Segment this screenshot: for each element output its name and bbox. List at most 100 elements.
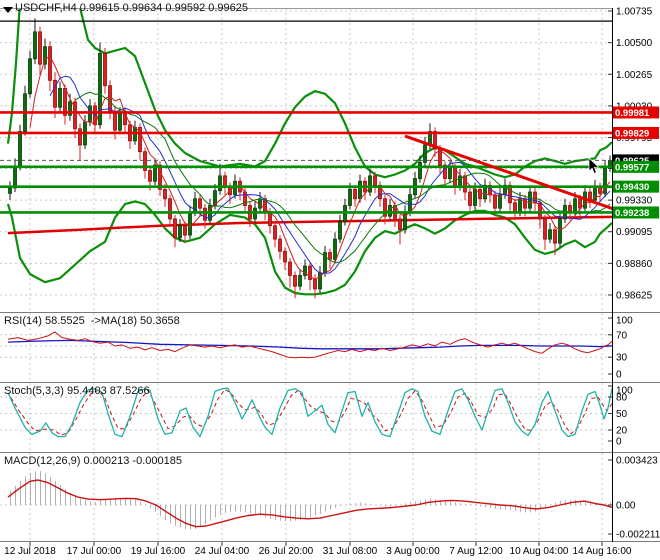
candle-body [543, 218, 547, 240]
date-tick-label: 14 Aug 16:00 [573, 546, 632, 557]
date-tick-label: 26 Jul 20:00 [259, 546, 314, 557]
price-badge-label: 0.99981 [615, 108, 650, 119]
candle-body [103, 52, 107, 87]
candle-body [313, 279, 317, 290]
candle-body [18, 131, 22, 167]
date-tick-label: 19 Jul 16:00 [131, 546, 186, 557]
symbol-dropdown-icon[interactable] [3, 7, 13, 13]
price-tick-label: 0.98625 [616, 290, 653, 301]
candle-body [463, 175, 467, 193]
candle-body [423, 144, 427, 163]
price-tick-label: 1.00265 [616, 70, 653, 81]
macd-tick-label: 0.003423 [616, 456, 658, 467]
candle-body [108, 85, 112, 112]
rsi-ma-line [7, 339, 612, 350]
candle-body [573, 198, 577, 213]
chart-canvas[interactable]: 1.007351.005001.002651.000300.997950.995… [0, 0, 660, 560]
candle-body [148, 170, 152, 182]
candle-body [268, 211, 272, 227]
candle-body [398, 218, 402, 231]
price-tick-label: 0.99095 [616, 227, 653, 238]
candle-body [553, 229, 557, 244]
stoch-tick-label: 50 [616, 409, 628, 420]
candle-body [523, 198, 527, 209]
macd-tick-label: 0.00 [616, 501, 636, 512]
candle-body [328, 252, 332, 260]
price-badge-label: 0.99430 [615, 182, 649, 193]
candle-body [403, 211, 407, 231]
candle-body [38, 31, 42, 65]
stoch-tick-label: 20 [616, 426, 628, 437]
rsi-tick-label: 100 [616, 316, 633, 327]
candle-body [198, 198, 202, 209]
rsi-panel [7, 331, 612, 359]
candle-body [48, 46, 52, 81]
chart-window: 1.007351.005001.002651.000300.997950.995… [0, 0, 660, 560]
rsi-tick-label: 70 [616, 330, 628, 341]
candle-body [468, 191, 472, 206]
candle-body [278, 238, 282, 252]
price-tick-label: 1.00735 [616, 7, 653, 18]
candle-body [13, 166, 17, 189]
date-tick-label: 7 Aug 12:00 [449, 546, 503, 557]
rsi-tick-label: 0 [616, 370, 622, 381]
candle-body [223, 175, 227, 188]
stoch-k-line [7, 387, 612, 438]
candle-body [178, 225, 182, 239]
candle-body [388, 205, 392, 217]
candle-body [473, 188, 477, 206]
candle-body [338, 221, 342, 240]
candle-body [578, 198, 582, 209]
date-tick-label: 31 Jul 08:00 [323, 546, 378, 557]
candle-body [188, 211, 192, 236]
candle-body [548, 229, 552, 240]
candle-body [118, 113, 122, 131]
candle-body [58, 87, 62, 108]
candle-body [518, 198, 522, 213]
candle-body [78, 128, 82, 146]
ma200-line [7, 215, 612, 235]
candle-body [113, 110, 117, 131]
macd-panel [7, 471, 612, 530]
candle-body [348, 188, 352, 206]
candle-body [288, 261, 292, 276]
candle-body [418, 162, 422, 179]
candle-body [408, 194, 412, 213]
stoch-tick-label: 80 [616, 393, 628, 404]
rsi-tick-label: 30 [616, 353, 628, 364]
price-tick-label: 0.98860 [616, 259, 653, 270]
candle-body [368, 175, 372, 193]
candle-body [353, 188, 357, 200]
date-tick-label: 3 Aug 00:00 [386, 546, 440, 557]
price-badge-label: 0.99829 [615, 128, 649, 139]
candle-body [183, 225, 187, 236]
date-tick-label: 10 Aug 04:00 [510, 546, 569, 557]
price-tick-label: 1.00500 [616, 38, 653, 49]
macd-tick-label: -0.002211 [616, 530, 660, 541]
candle-body [233, 180, 237, 196]
stoch-panel [7, 387, 612, 438]
candle-body [168, 198, 172, 220]
date-tick-label: 17 Jul 00:00 [67, 546, 122, 557]
candle-body [513, 202, 517, 213]
candle-body [28, 58, 32, 95]
candle-body [293, 275, 297, 287]
candle-body [358, 180, 362, 200]
candle-body [218, 175, 222, 192]
price-tick-label: 0.99330 [616, 196, 653, 207]
price-badge-label: 0.99577 [615, 162, 649, 173]
date-tick-label: 12 Jul 2018 [4, 546, 56, 557]
candle-body [163, 188, 167, 200]
stoch-tick-label: 0 [616, 437, 622, 448]
candle-body [298, 275, 302, 287]
price-badge-label: 0.99238 [615, 208, 649, 219]
candle-body [273, 225, 277, 240]
candle-body [283, 250, 287, 263]
candle-body [373, 175, 377, 186]
candle-body [493, 194, 497, 209]
date-tick-label: 24 Jul 04:00 [195, 546, 250, 557]
candle-body [558, 218, 562, 244]
candle-body [448, 167, 452, 179]
candle-body [8, 187, 12, 194]
macd-signal-line [7, 479, 612, 528]
